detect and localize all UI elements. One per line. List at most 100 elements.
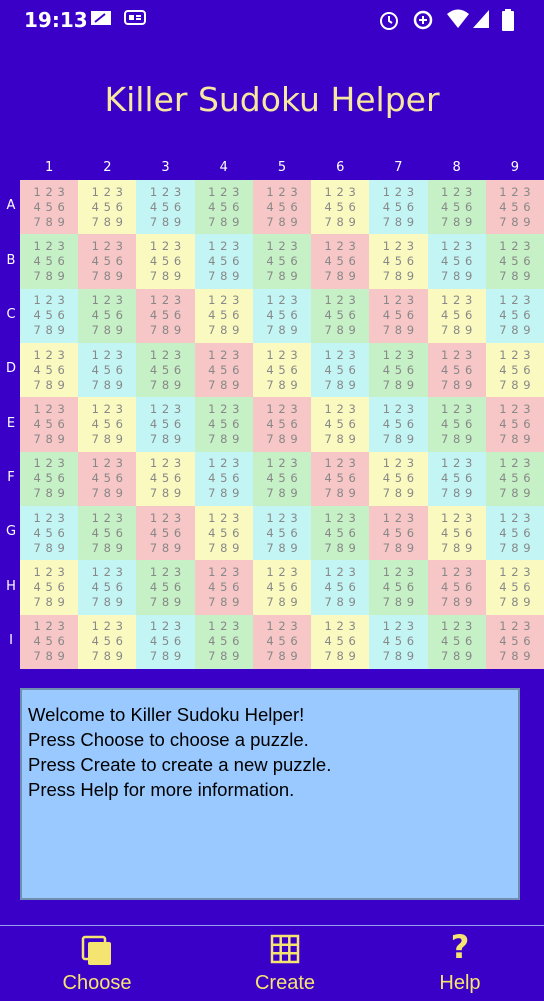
grid-cell[interactable]: 123456789 <box>20 342 79 398</box>
grid-cell[interactable]: 123456789 <box>194 560 253 615</box>
grid-cell[interactable]: 123456789 <box>20 288 79 343</box>
grid-cell[interactable]: 123456789 <box>485 560 544 615</box>
candidate-digit: 2 <box>45 347 53 362</box>
candidate-digit: 4 <box>440 579 449 594</box>
grid-cell[interactable]: 123456789 <box>136 505 195 561</box>
grid-cell[interactable]: 123456789 <box>252 397 312 452</box>
grid-cell[interactable]: 123456789 <box>20 397 79 452</box>
grid-cell[interactable]: 123456789 <box>427 397 486 452</box>
candidate-digit: 7 <box>324 214 332 229</box>
grid-cell[interactable]: 123456789 <box>311 234 370 289</box>
grid-cell[interactable]: 123456789 <box>485 397 544 452</box>
grid-cell[interactable]: 123456789 <box>252 451 312 506</box>
grid-cell[interactable]: 123456789 <box>136 614 195 669</box>
grid-cell[interactable]: 123456789 <box>20 451 79 506</box>
create-button[interactable]: Create <box>215 926 355 1001</box>
candidate-digit: 3 <box>523 293 531 308</box>
grid-cell[interactable]: 123456789 <box>20 505 79 561</box>
candidate-digit: 6 <box>115 416 123 431</box>
grid-cell[interactable]: 123456789 <box>252 342 312 398</box>
grid-cell[interactable]: 123456789 <box>485 342 544 398</box>
candidate-digit: 8 <box>161 377 170 392</box>
grid-cell[interactable]: 123456789 <box>194 451 253 506</box>
grid-cell[interactable]: 123456789 <box>252 180 312 235</box>
grid-cell[interactable]: 123456789 <box>311 451 370 506</box>
grid-cell[interactable]: 123456789 <box>20 180 79 235</box>
grid-cell[interactable]: 123456789 <box>311 180 370 235</box>
grid-cell[interactable]: 123456789 <box>311 397 370 452</box>
grid-cell[interactable]: 123456789 <box>194 288 253 343</box>
grid-cell[interactable]: 123456789 <box>78 234 137 289</box>
grid-cell[interactable]: 123456789 <box>427 234 486 289</box>
candidate-digit: 7 <box>324 540 332 555</box>
grid-cell[interactable]: 123456789 <box>369 342 428 398</box>
grid-cell[interactable]: 123456789 <box>369 288 428 343</box>
grid-cell[interactable]: 123456789 <box>20 614 79 669</box>
grid-cell[interactable]: 123456789 <box>252 234 312 289</box>
grid-cell[interactable]: 123456789 <box>369 614 428 669</box>
sudoku-grid[interactable]: 1234567891234567891234567891234567891234… <box>20 180 544 669</box>
grid-cell[interactable]: 123456789 <box>369 560 428 615</box>
grid-cell[interactable]: 123456789 <box>194 397 253 452</box>
grid-cell[interactable]: 123456789 <box>427 180 486 235</box>
grid-cell[interactable]: 123456789 <box>252 614 312 669</box>
grid-cell[interactable]: 123456789 <box>311 614 370 669</box>
grid-cell[interactable]: 123456789 <box>427 451 486 506</box>
grid-cell[interactable]: 123456789 <box>194 614 253 669</box>
grid-cell[interactable]: 123456789 <box>252 560 312 615</box>
grid-cell[interactable]: 123456789 <box>78 614 137 669</box>
candidate-digit: 5 <box>161 416 170 431</box>
grid-cell[interactable]: 123456789 <box>78 342 137 398</box>
grid-cell[interactable]: 123456789 <box>311 505 370 561</box>
grid-cell[interactable]: 123456789 <box>194 180 253 235</box>
grid-cell[interactable]: 123456789 <box>369 180 428 235</box>
grid-cell[interactable]: 123456789 <box>136 234 195 289</box>
grid-cell[interactable]: 123456789 <box>136 180 195 235</box>
grid-cell[interactable]: 123456789 <box>369 234 428 289</box>
grid-cell[interactable]: 123456789 <box>136 288 195 343</box>
grid-cell[interactable]: 123456789 <box>20 234 79 289</box>
help-button[interactable]: ? Help <box>390 926 530 1001</box>
grid-cell[interactable]: 123456789 <box>194 342 253 398</box>
candidate-digit: 1 <box>266 238 274 253</box>
candidate-digit: 1 <box>440 347 449 362</box>
grid-cell[interactable]: 123456789 <box>485 180 544 235</box>
grid-cell[interactable]: 123456789 <box>427 342 486 398</box>
grid-cell[interactable]: 123456789 <box>369 505 428 561</box>
grid-cell[interactable]: 123456789 <box>20 560 79 615</box>
grid-cell[interactable]: 123456789 <box>311 560 370 615</box>
grid-cell[interactable]: 123456789 <box>194 234 253 289</box>
choose-button[interactable]: Choose <box>27 926 167 1001</box>
candidate-digit: 4 <box>91 362 99 377</box>
grid-cell[interactable]: 123456789 <box>78 560 137 615</box>
grid-cell[interactable]: 123456789 <box>78 505 137 561</box>
grid-cell[interactable]: 123456789 <box>485 614 544 669</box>
grid-cell[interactable]: 123456789 <box>427 614 486 669</box>
grid-cell[interactable]: 123456789 <box>136 397 195 452</box>
grid-cell[interactable]: 123456789 <box>427 560 486 615</box>
grid-cell[interactable]: 123456789 <box>485 451 544 506</box>
grid-cell[interactable]: 123456789 <box>369 397 428 452</box>
grid-cell[interactable]: 123456789 <box>78 451 137 506</box>
candidate-digit: 9 <box>57 323 65 338</box>
grid-cell[interactable]: 123456789 <box>427 505 486 561</box>
grid-cell[interactable]: 123456789 <box>252 288 312 343</box>
grid-cell[interactable]: 123456789 <box>427 288 486 343</box>
grid-cell[interactable]: 123456789 <box>136 560 195 615</box>
grid-cell[interactable]: 123456789 <box>485 234 544 289</box>
grid-cell[interactable]: 123456789 <box>78 288 137 343</box>
grid-cell[interactable]: 123456789 <box>485 505 544 561</box>
candidate-digit: 7 <box>208 214 216 229</box>
grid-cell[interactable]: 123456789 <box>136 451 195 506</box>
grid-cell[interactable]: 123456789 <box>369 451 428 506</box>
grid-cell[interactable]: 123456789 <box>311 342 370 398</box>
grid-cell[interactable]: 123456789 <box>311 288 370 343</box>
candidate-digit: 8 <box>45 540 53 555</box>
grid-cell[interactable]: 123456789 <box>78 180 137 235</box>
grid-cell[interactable]: 123456789 <box>194 505 253 561</box>
grid-cell[interactable]: 123456789 <box>485 288 544 343</box>
candidate-digit: 1 <box>499 564 507 579</box>
grid-cell[interactable]: 123456789 <box>78 397 137 452</box>
grid-cell[interactable]: 123456789 <box>252 505 312 561</box>
grid-cell[interactable]: 123456789 <box>136 342 195 398</box>
